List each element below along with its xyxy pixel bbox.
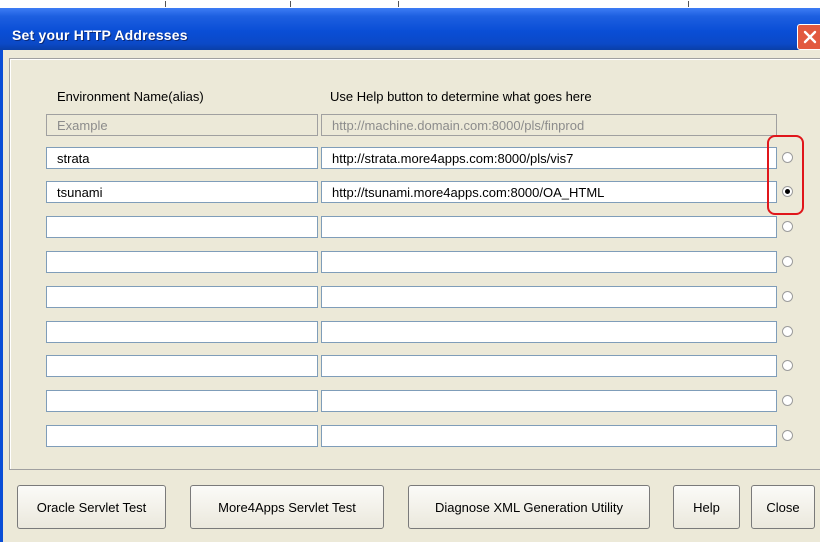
- help-button[interactable]: Help: [673, 485, 740, 529]
- http-address-field[interactable]: [321, 390, 777, 412]
- http-address-field[interactable]: [321, 147, 777, 169]
- environment-select-radio[interactable]: [782, 256, 793, 267]
- selection-highlight: [767, 135, 804, 215]
- environment-select-radio[interactable]: [782, 326, 793, 337]
- http-address-field[interactable]: [321, 355, 777, 377]
- title-bar: Set your HTTP Addresses: [0, 8, 820, 50]
- example-name-field: [46, 114, 318, 136]
- environment-name-field[interactable]: [46, 425, 318, 447]
- environment-select-radio[interactable]: [782, 395, 793, 406]
- environment-name-field[interactable]: [46, 251, 318, 273]
- environment-name-header: Environment Name(alias): [57, 89, 204, 104]
- environment-name-field[interactable]: [46, 390, 318, 412]
- diagnose-xml-button[interactable]: Diagnose XML Generation Utility: [408, 485, 650, 529]
- url-header: Use Help button to determine what goes h…: [330, 89, 592, 104]
- http-address-field[interactable]: [321, 321, 777, 343]
- example-url-field: [321, 114, 777, 136]
- environment-select-radio[interactable]: [782, 430, 793, 441]
- environment-name-field[interactable]: [46, 181, 318, 203]
- environment-select-radio[interactable]: [782, 291, 793, 302]
- environment-name-field[interactable]: [46, 321, 318, 343]
- environment-select-radio[interactable]: [782, 221, 793, 232]
- http-address-field[interactable]: [321, 286, 777, 308]
- environment-name-field[interactable]: [46, 286, 318, 308]
- http-address-field[interactable]: [321, 251, 777, 273]
- http-address-field[interactable]: [321, 425, 777, 447]
- column-divider: [398, 1, 399, 7]
- oracle-servlet-test-button[interactable]: Oracle Servlet Test: [17, 485, 166, 529]
- environment-name-field[interactable]: [46, 147, 318, 169]
- http-address-field[interactable]: [321, 216, 777, 238]
- close-icon: [803, 30, 817, 44]
- more4apps-servlet-test-button[interactable]: More4Apps Servlet Test: [190, 485, 384, 529]
- close-window-button[interactable]: [797, 24, 820, 50]
- environment-name-field[interactable]: [46, 355, 318, 377]
- column-divider: [290, 1, 291, 7]
- column-divider: [165, 1, 166, 7]
- environment-name-field[interactable]: [46, 216, 318, 238]
- http-address-field[interactable]: [321, 181, 777, 203]
- window-title: Set your HTTP Addresses: [12, 27, 188, 43]
- environment-select-radio[interactable]: [782, 360, 793, 371]
- close-button[interactable]: Close: [751, 485, 815, 529]
- column-divider: [688, 1, 689, 7]
